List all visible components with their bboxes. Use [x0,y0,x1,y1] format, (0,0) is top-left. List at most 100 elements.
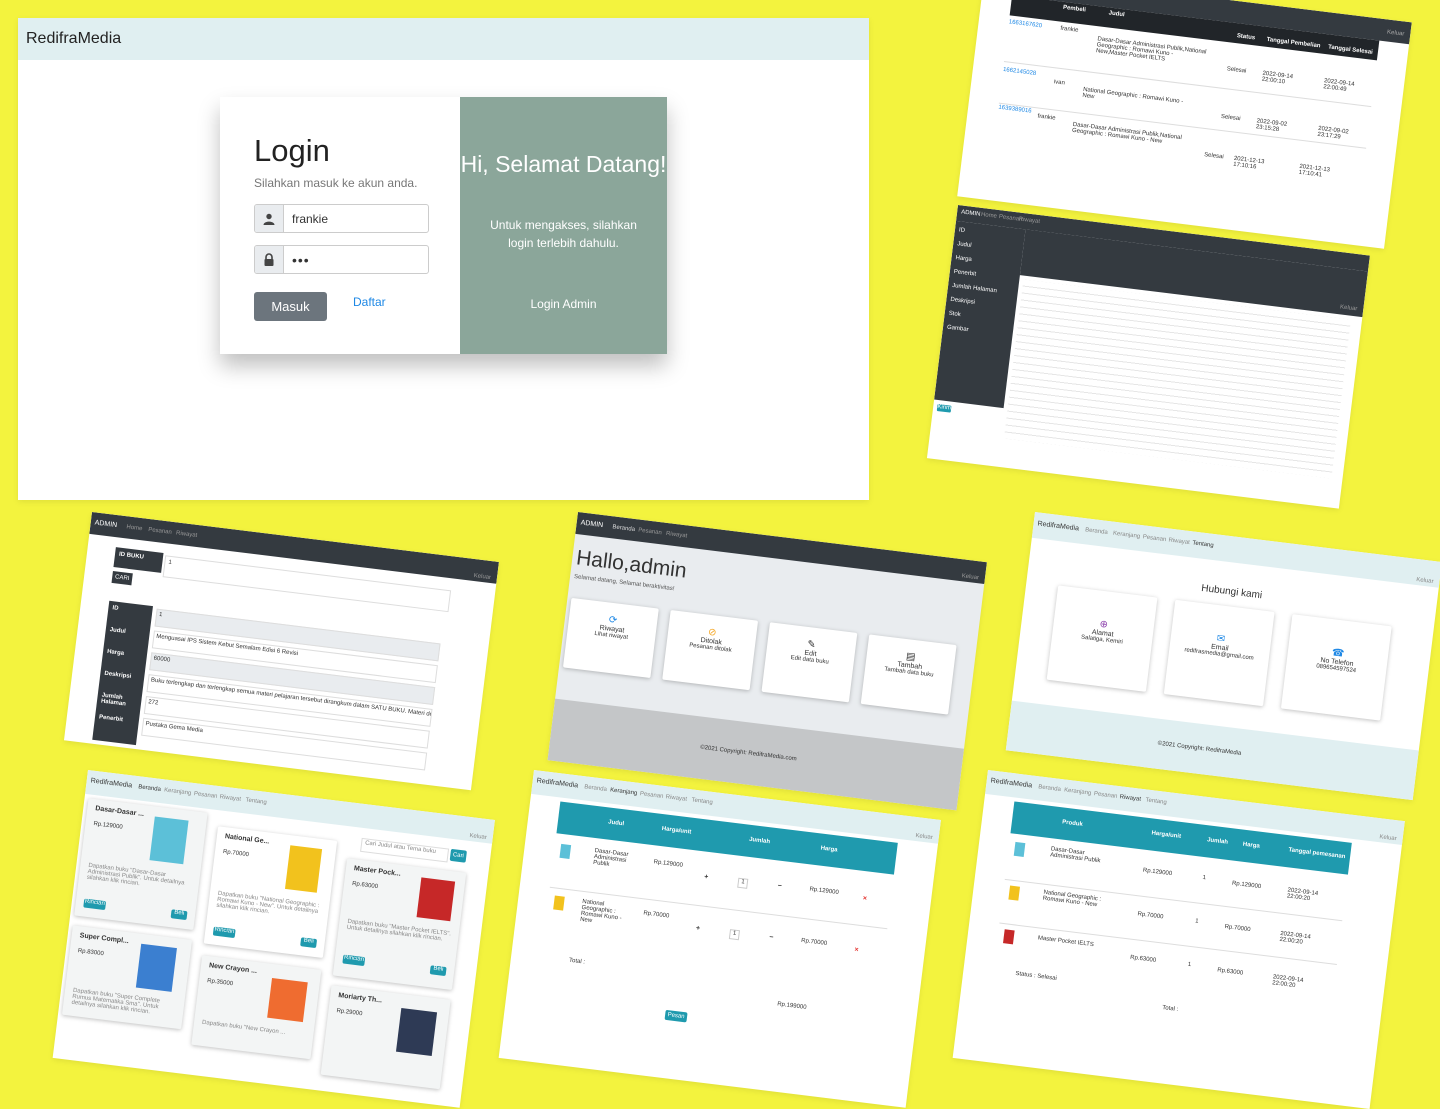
nav-link-about[interactable]: Tentang [245,797,267,806]
header-price: Harga [1242,841,1261,850]
nav-link-about[interactable]: Tentang [691,797,713,806]
logout-link[interactable]: Keluar [473,573,491,581]
history-item-title: Master Pocket IELTS [1037,935,1095,949]
logout-link[interactable]: Keluar [1387,29,1405,37]
nav-link-cart[interactable]: Keranjang [1064,787,1092,796]
nav-link-home[interactable]: Beranda [1085,527,1108,536]
login-subtitle: Silahkan masuk ke akun anda. [254,176,418,190]
history-item-total: Rp.63000 [1216,967,1244,977]
buy-button[interactable]: Beli [429,965,447,977]
nav-link-home[interactable]: Home [981,212,998,220]
detail-button[interactable]: Rincian [83,898,107,911]
nav-link-orders[interactable]: Pesanan [193,791,217,800]
nav-link-cart[interactable]: Keranjang [1113,531,1141,540]
product-card: Dasar-Dasar ... Rp.129000 Dapatkan buku … [74,798,208,931]
nav-link-home[interactable]: Beranda [584,784,607,793]
order-date: 2022-09-02 23:15:28 [1255,118,1288,134]
logout-link[interactable]: Keluar [469,833,487,841]
buy-button[interactable]: Beli [170,909,188,921]
nav-link-home[interactable]: Beranda [1038,784,1061,793]
book-cover-image[interactable] [284,845,323,893]
admin-brand[interactable]: ADMIN [961,209,981,217]
book-cover-image[interactable] [135,943,177,992]
increase-qty-button[interactable]: + [695,925,700,932]
id-label: ID BUKU [113,547,164,573]
logout-link[interactable]: Keluar [915,833,933,841]
password-input[interactable] [284,246,424,273]
qty-input[interactable]: 1 [737,877,749,889]
order-status: Status : Selesai [1014,970,1058,982]
nav-link-orders[interactable]: Pesanan [638,527,662,536]
lock-icon [255,246,284,273]
order-id-link[interactable]: 1662145028 [1003,67,1037,77]
buy-button[interactable]: Beli [300,937,318,949]
nav-link-history[interactable]: Riwayat [1018,217,1040,226]
product-title: New Crayon ... [208,962,258,976]
detail-button[interactable]: Rincian [212,926,236,939]
book-cover-image[interactable] [416,877,456,922]
product-price: Rp.63000 [351,881,379,891]
nav-link-about[interactable]: Tentang [1145,797,1167,806]
login-button[interactable]: Masuk [254,292,327,321]
book-thumbnail [559,843,572,859]
search-input[interactable]: Cari Judul atau Tema buku [360,837,450,863]
total-label: Total : [568,957,586,966]
nav-link-home[interactable]: Beranda [612,524,635,533]
nav-link-about[interactable]: Tentang [1192,540,1214,549]
nav-link-home[interactable]: Beranda [138,784,161,793]
decrease-qty-button[interactable]: − [777,883,782,890]
submit-button[interactable]: Kirim [936,403,952,413]
product-title: National Ge... [224,833,270,846]
order-button[interactable]: Pesan [664,1009,688,1023]
nav-link-orders[interactable]: Pesanan [1093,791,1117,800]
nav-link-orders[interactable]: Pesanan [1142,534,1166,543]
order-id-link[interactable]: 1663167620 [1008,19,1042,29]
admin-login-link[interactable]: Login Admin [460,297,667,311]
detail-button[interactable]: Rincian [342,954,366,967]
login-form: Login Silahkan masuk ke akun anda. Masuk… [220,97,460,354]
order-title: National Geographic : Romawi Kuno - New [1082,86,1184,106]
nav-link-history[interactable]: Riwayat [1168,538,1190,547]
brand-logo[interactable]: RedifraMedia [1037,520,1079,532]
nav-link-history[interactable]: Riwayat [176,530,198,539]
nav-link-history[interactable]: Riwayat [219,794,241,803]
order-status: Selesai [1220,113,1241,123]
card-phone: ☎ No Telefon 089654597524 [1280,614,1392,721]
book-cover-image[interactable] [395,1007,438,1057]
book-cover-image[interactable] [149,816,189,865]
logout-link[interactable]: Keluar [1379,834,1397,842]
decrease-qty-button[interactable]: − [769,934,774,941]
book-cover-image[interactable] [267,977,308,1023]
logout-link[interactable]: Keluar [1416,577,1434,585]
nav-link-cart[interactable]: Keranjang [164,787,192,796]
nav-link-history[interactable]: Riwayat [1119,794,1141,803]
admin-brand[interactable]: ADMIN [580,519,603,529]
card-rejected[interactable]: ⊘ Ditolak Pesanan ditolak [662,610,759,691]
remove-item-button[interactable]: × [862,895,867,902]
card-history[interactable]: ⟳ Riwayat Lihat riwayat [562,597,659,679]
brand-logo[interactable]: RedifraMedia [90,777,132,789]
increase-qty-button[interactable]: + [704,874,709,881]
qty-input[interactable]: 1 [728,929,740,941]
brand-logo[interactable]: RedifraMedia [26,30,121,48]
nav-link-home[interactable]: Home [126,524,143,532]
brand-logo[interactable]: RedifraMedia [536,777,578,789]
card-add[interactable]: ▤ Tambah Tambah data buku [860,634,957,715]
username-input[interactable] [284,205,424,232]
nav-link-history[interactable]: Riwayat [665,794,687,803]
header-status: Status [1236,33,1256,42]
logout-link[interactable]: Keluar [1340,304,1358,312]
remove-item-button[interactable]: × [854,946,859,953]
nav-link-orders[interactable]: Pesanan [148,527,172,536]
search-button[interactable]: CARI [111,570,133,586]
brand-logo[interactable]: RedifraMedia [990,777,1032,789]
search-button[interactable]: Cari [449,848,467,863]
admin-brand[interactable]: ADMIN [94,519,117,529]
nav-link-orders[interactable]: Pesanan [639,791,663,800]
header-product: Produk [1061,819,1084,828]
register-link[interactable]: Daftar [353,295,386,309]
nav-link-cart[interactable]: Keranjang [610,787,638,796]
card-edit[interactable]: ✎ Edit Edit data buku [761,622,858,703]
nav-link-history[interactable]: Riwayat [666,531,688,540]
logout-link[interactable]: Keluar [961,573,979,581]
